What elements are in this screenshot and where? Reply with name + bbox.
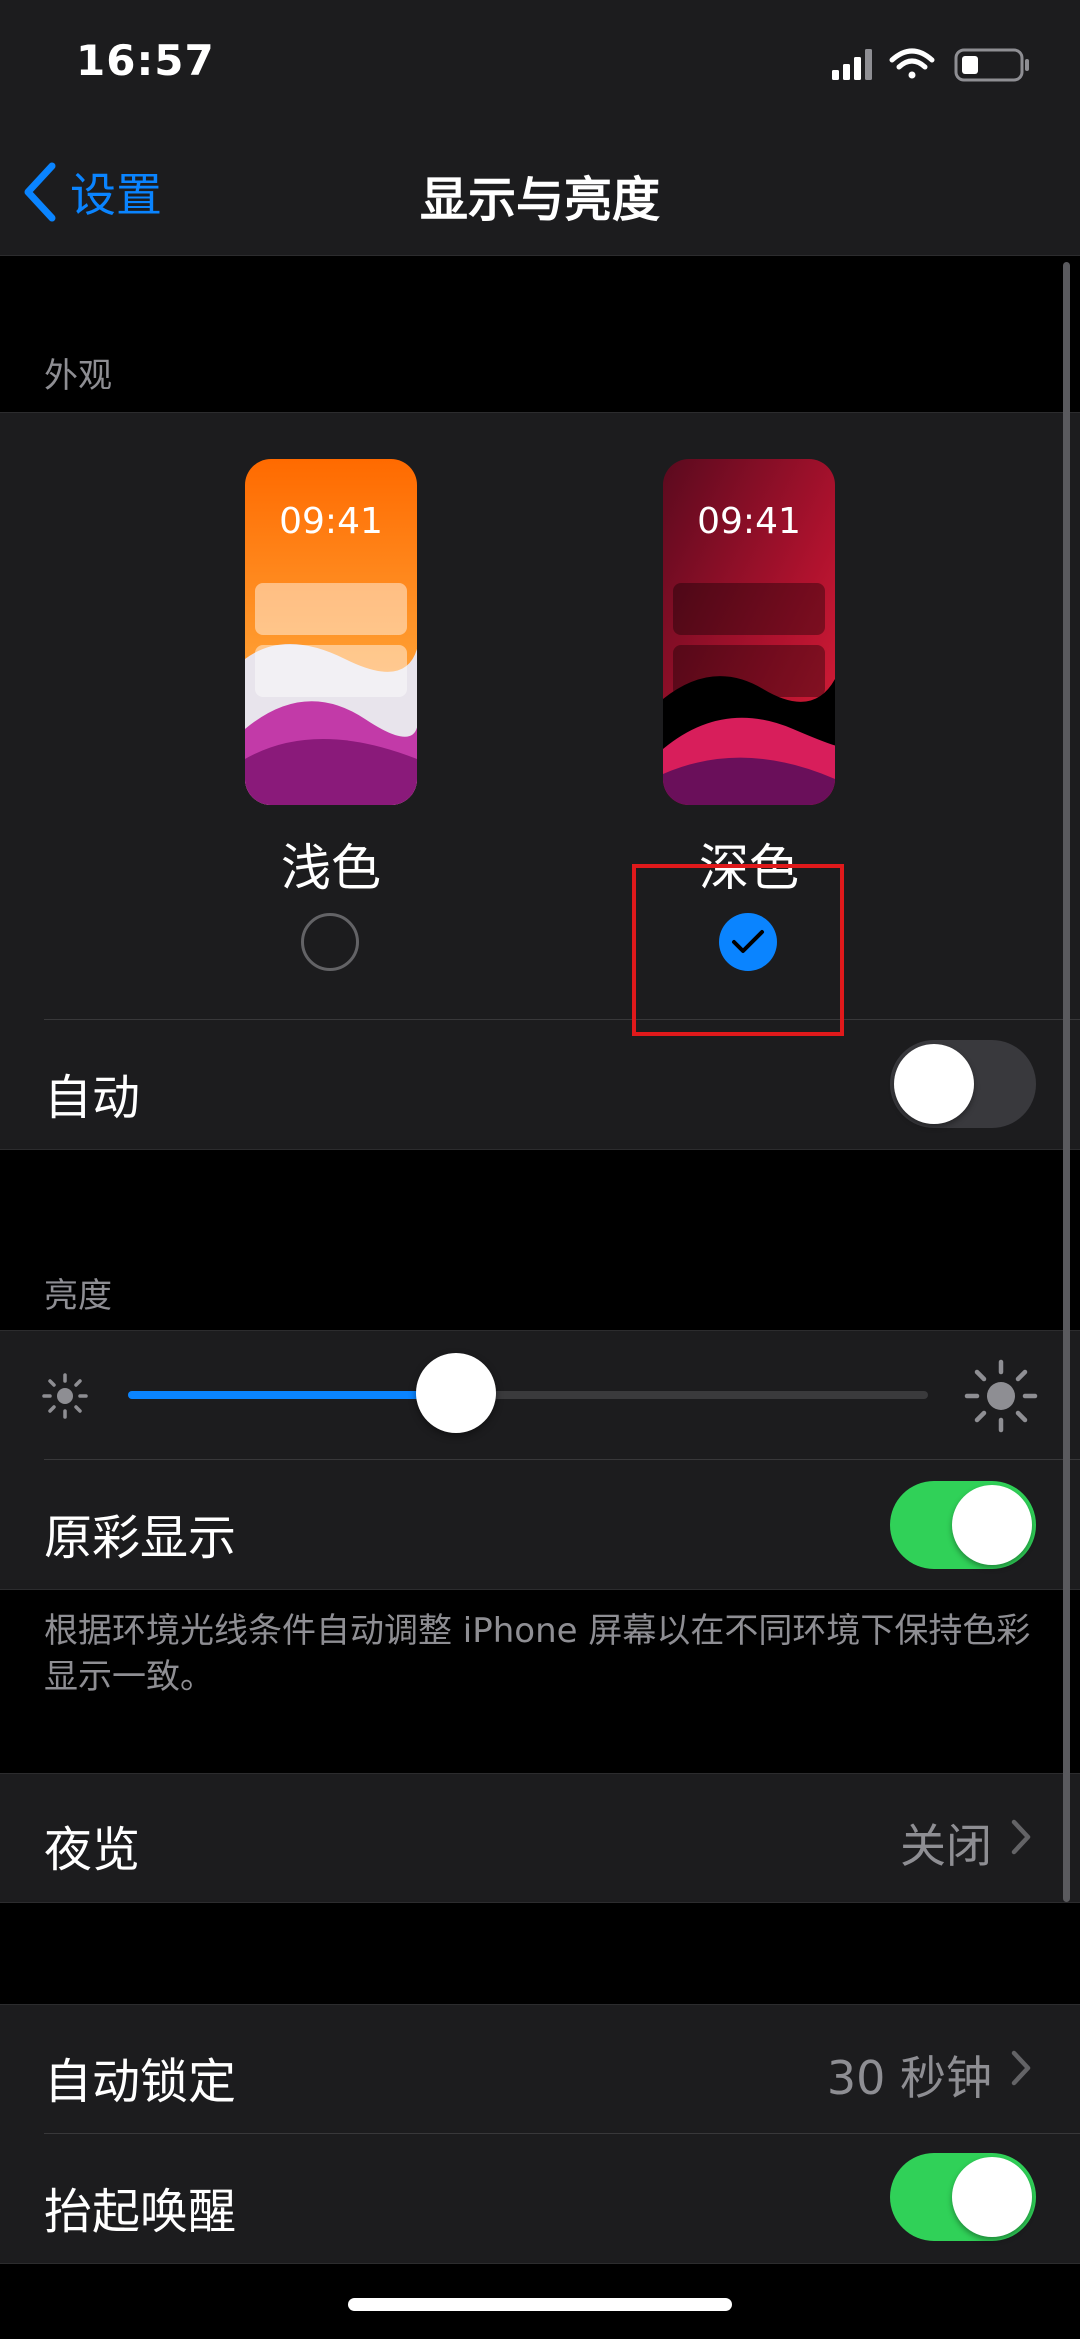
night-shift-value: 关闭	[900, 1819, 992, 1873]
auto-label: 自动	[44, 1070, 141, 1126]
brightness-slider-track[interactable]	[128, 1391, 928, 1399]
chevron-right-icon	[1011, 2050, 1031, 2086]
cellular-signal-icon	[832, 49, 872, 80]
raise-to-wake-toggle[interactable]	[890, 2153, 1036, 2241]
light-mode-label: 浅色	[281, 839, 381, 897]
light-mode-radio[interactable]	[301, 913, 359, 971]
true-tone-footnote: 根据环境光线条件自动调整 iPhone 屏幕以在不同环境下保持色彩显示一致。	[44, 1611, 1031, 1697]
home-indicator	[348, 2298, 732, 2311]
true-tone-toggle[interactable]	[890, 1481, 1036, 1569]
auto-lock-value[interactable]: 30 秒钟	[827, 2042, 992, 2108]
light-preview-time: 09:41	[279, 501, 383, 542]
light-mode-preview[interactable]: 09:41	[245, 459, 417, 805]
dark-preview-time: 09:41	[697, 501, 801, 542]
scrollbar[interactable]	[1063, 262, 1070, 1902]
section-header-appearance: 外观	[44, 356, 112, 396]
appearance-group	[0, 412, 1080, 1150]
status-icons	[832, 48, 1029, 82]
auto-lock-label: 自动锁定	[44, 2054, 237, 2110]
brightness-low-icon	[42, 1373, 88, 1419]
page-title: 显示与亮度	[419, 172, 660, 228]
selection-highlight	[632, 864, 844, 1036]
battery-icon	[954, 48, 1029, 82]
status-time: 16:57	[76, 36, 215, 85]
night-shift-label: 夜览	[44, 1822, 141, 1878]
raise-to-wake-label: 抬起唤醒	[44, 2184, 237, 2240]
chevron-right-icon	[1011, 1819, 1031, 1855]
brightness-slider-fill	[128, 1391, 456, 1399]
brightness-slider-thumb[interactable]	[416, 1353, 496, 1433]
auto-toggle[interactable]	[890, 1040, 1036, 1128]
dark-mode-preview[interactable]: 09:41	[663, 459, 835, 805]
wifi-icon	[889, 48, 935, 79]
true-tone-label: 原彩显示	[44, 1510, 237, 1566]
section-header-brightness: 亮度	[44, 1276, 112, 1316]
brightness-high-icon	[964, 1359, 1038, 1433]
